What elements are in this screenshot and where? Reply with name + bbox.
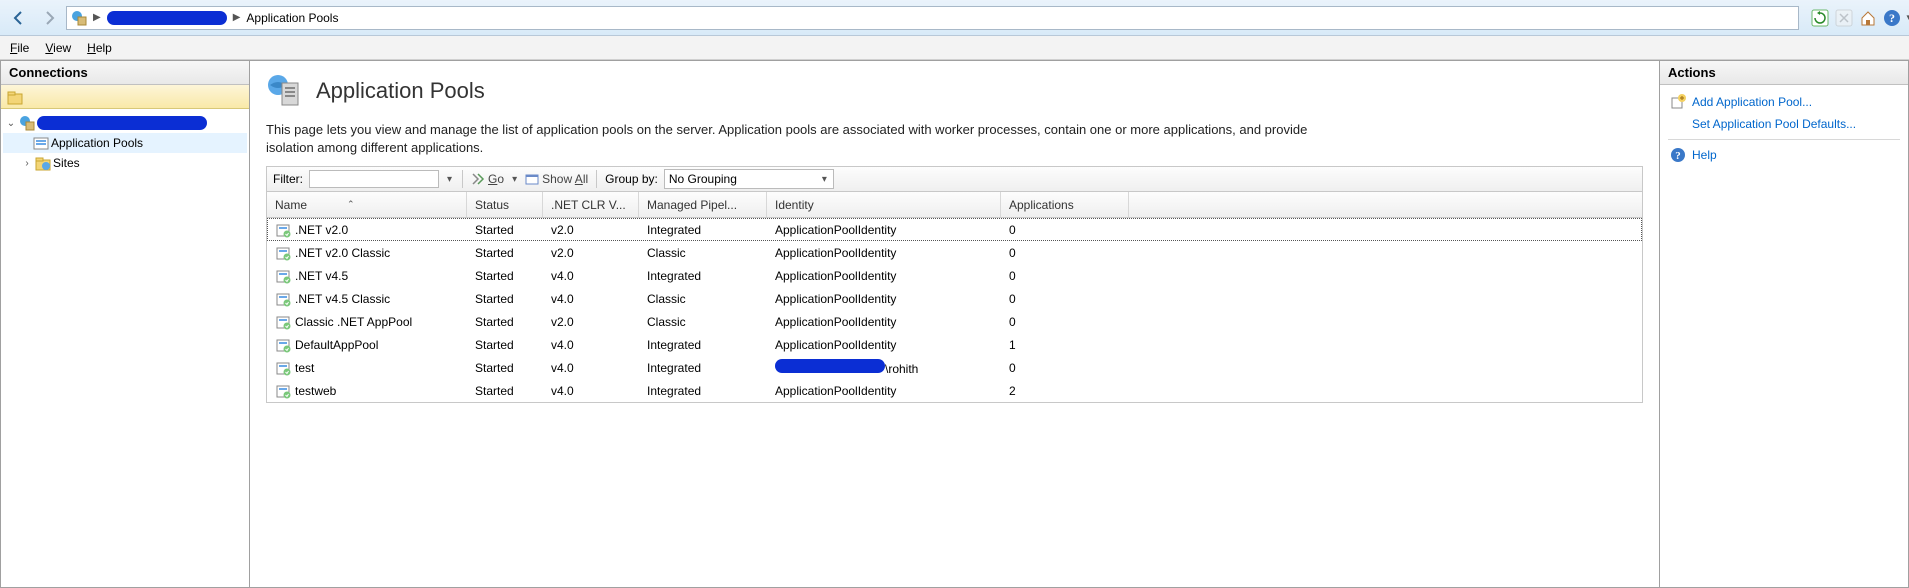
connections-panel: Connections ⌄ Application Pools › [0,60,250,588]
svg-text:?: ? [1675,150,1681,162]
actions-panel: Actions Add Application Pool... Set Appl… [1659,60,1909,588]
action-add-app-pool[interactable]: Add Application Pool... [1660,91,1908,113]
tree-app-pools-label: Application Pools [51,136,143,150]
grid-header: Name ⌃ Status .NET CLR V... Managed Pipe… [267,192,1642,218]
action-defaults-label: Set Application Pool Defaults... [1692,117,1856,131]
help-icon: ? [1670,147,1686,163]
col-header-status[interactable]: Status [467,192,543,217]
breadcrumb-caret-icon: ▶ [91,12,103,23]
breadcrumb-page[interactable]: Application Pools [246,11,338,25]
home-icon[interactable] [1857,7,1879,29]
redacted-text [37,116,207,130]
table-row[interactable]: testStartedv4.0Integrated\rohith0 [267,356,1642,379]
page-title-row: Application Pools [266,73,1643,109]
chevron-down-icon: ▾ [820,174,829,185]
col-header-pipe[interactable]: Managed Pipel... [639,192,767,217]
redacted-text [107,11,227,25]
stop-icon[interactable] [1833,7,1855,29]
app-pool-icon [275,222,291,238]
menu-file[interactable]: File [10,41,29,55]
tree-sites-label: Sites [53,156,80,170]
server-icon [19,115,35,131]
tree-app-pools-node[interactable]: Application Pools [3,133,247,153]
pools-grid: Name ⌃ Status .NET CLR V... Managed Pipe… [266,192,1643,403]
tree-server-node[interactable]: ⌄ [3,113,247,133]
group-by-value: No Grouping [669,172,737,186]
server-icon [71,10,87,26]
table-row[interactable]: DefaultAppPoolStartedv4.0IntegratedAppli… [267,333,1642,356]
table-row[interactable]: .NET v2.0Startedv2.0IntegratedApplicatio… [267,218,1642,241]
go-dropdown-icon[interactable]: ▾ [510,174,519,185]
app-pool-icon [275,245,291,261]
action-help-label: Help [1692,148,1717,162]
group-by-select[interactable]: No Grouping ▾ [664,169,834,189]
sort-asc-icon: ⌃ [347,199,355,210]
refresh-icon[interactable] [1809,7,1831,29]
address-bar: ▶ ▶ Application Pools ? ▾ [0,0,1909,36]
breadcrumb-server[interactable] [107,11,227,25]
collapse-icon[interactable]: ⌄ [5,118,17,129]
back-button[interactable] [6,5,32,31]
expand-icon[interactable]: › [21,158,33,169]
forward-button[interactable] [36,5,62,31]
separator [462,170,463,188]
app-pool-icon [275,268,291,284]
app-pool-icon [275,314,291,330]
content-panel: Application Pools This page lets you vie… [250,60,1659,588]
page-description: This page lets you view and manage the l… [266,121,1316,156]
menu-bar: File View Help [0,36,1909,60]
app-pool-icon [275,383,291,399]
connections-tree: ⌄ Application Pools › Sites [1,109,249,177]
blank-icon [1670,116,1686,132]
app-pool-icon [275,360,291,376]
table-row[interactable]: .NET v4.5Startedv4.0IntegratedApplicatio… [267,264,1642,287]
filter-dropdown-icon[interactable]: ▾ [445,174,454,185]
app-pool-icon [275,337,291,353]
breadcrumb-caret-icon: ▶ [231,12,243,23]
action-set-defaults[interactable]: Set Application Pool Defaults... [1660,113,1908,135]
connect-icon[interactable] [7,89,23,105]
sites-folder-icon [35,155,51,171]
col-header-apps[interactable]: Applications [1001,192,1129,217]
filter-input[interactable] [309,170,439,188]
separator [596,170,597,188]
action-add-label: Add Application Pool... [1692,95,1812,109]
add-app-pool-icon [1670,94,1686,110]
redacted-text [775,359,885,373]
action-help[interactable]: ? Help [1660,144,1908,166]
table-row[interactable]: .NET v2.0 ClassicStartedv2.0ClassicAppli… [267,241,1642,264]
show-all-button[interactable]: Show All [525,172,588,186]
tree-sites-node[interactable]: › Sites [3,153,247,173]
app-pools-icon [33,135,49,151]
help-icon[interactable]: ? ▾ [1881,7,1903,29]
app-pools-page-icon [266,73,302,109]
table-row[interactable]: Classic .NET AppPoolStartedv2.0ClassicAp… [267,310,1642,333]
group-by-label: Group by: [605,172,658,186]
menu-view[interactable]: View [45,41,71,55]
page-title: Application Pools [316,78,485,104]
filter-label: Filter: [273,172,303,186]
connections-header: Connections [1,61,249,85]
separator [1668,139,1900,140]
connections-toolbar [1,85,249,109]
grid-body: .NET v2.0Startedv2.0IntegratedApplicatio… [267,218,1642,402]
col-header-identity[interactable]: Identity [767,192,1001,217]
svg-text:?: ? [1889,11,1895,25]
filter-bar: Filter: ▾ Go ▾ Show All Group by: No Gro… [266,166,1643,192]
col-header-clr[interactable]: .NET CLR V... [543,192,639,217]
table-row[interactable]: .NET v4.5 ClassicStartedv4.0ClassicAppli… [267,287,1642,310]
address-field[interactable]: ▶ ▶ Application Pools [66,6,1799,30]
col-header-name[interactable]: Name ⌃ [267,192,467,217]
menu-help[interactable]: Help [87,41,112,55]
table-row[interactable]: testwebStartedv4.0IntegratedApplicationP… [267,379,1642,402]
app-pool-icon [275,291,291,307]
go-button[interactable]: Go [471,172,504,186]
actions-header: Actions [1660,61,1908,85]
